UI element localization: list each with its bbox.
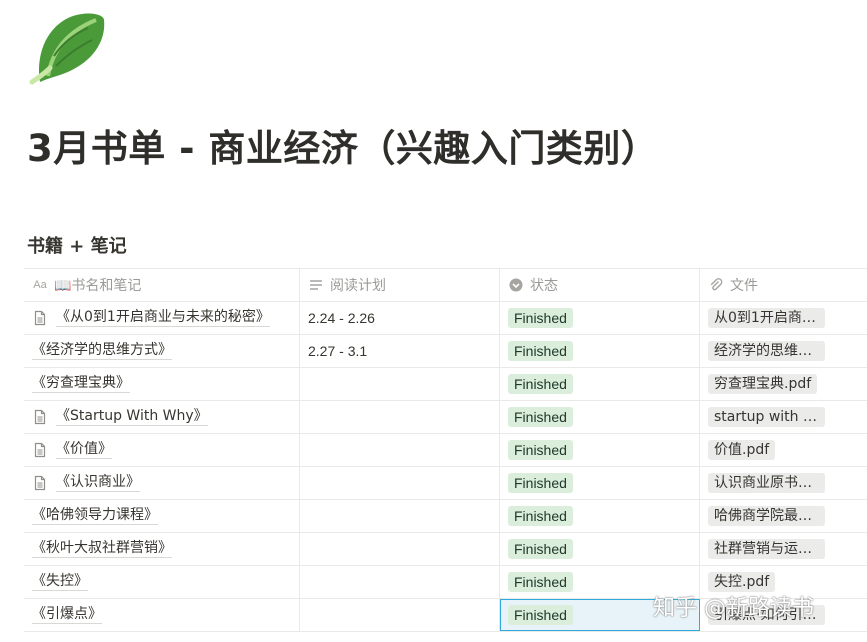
status-badge: Finished [508, 539, 573, 559]
cell-plan[interactable] [300, 566, 500, 598]
book-title-link[interactable]: 《从0到1开启商业与未来的秘密》 [56, 309, 270, 327]
cell-status[interactable]: Finished [500, 500, 700, 532]
file-attachment[interactable]: 经济学的思维方式.pdf [708, 341, 825, 361]
table-row[interactable]: 《经济学的思维方式》 2.27 - 3.1 Finished 经济学的思维方式.pdf [24, 335, 867, 368]
cell-name[interactable]: 《穷查理宝典》 [24, 368, 300, 400]
cell-name[interactable]: 《秋叶大叔社群营销》 [24, 533, 300, 565]
file-attachment[interactable]: 从0到1开启商业与未来的秘密.pdf [708, 308, 825, 328]
cell-status[interactable]: Finished [500, 401, 700, 433]
table-header: Aa 📖书名和笔记 阅读计划 状态 文件 [24, 268, 867, 302]
status-badge: Finished [508, 605, 573, 625]
book-title-link[interactable]: 《认识商业》 [56, 474, 140, 492]
cell-plan[interactable] [300, 401, 500, 433]
status-badge: Finished [508, 440, 573, 460]
cell-file[interactable]: 经济学的思维方式.pdf [700, 335, 867, 367]
column-header-status[interactable]: 状态 [500, 269, 700, 301]
database-title[interactable]: 书籍 + 笔记 [27, 232, 127, 258]
cell-plan[interactable] [300, 467, 500, 499]
table-row[interactable]: 《穷查理宝典》 Finished 穷查理宝典.pdf [24, 368, 867, 401]
cell-status[interactable]: Finished [500, 335, 700, 367]
status-badge: Finished [508, 473, 573, 493]
book-title-link[interactable]: 《哈佛领导力课程》 [32, 507, 158, 525]
cell-name[interactable]: 《引爆点》 [24, 599, 300, 631]
column-header-name[interactable]: Aa 📖书名和笔记 [24, 269, 300, 301]
select-property-icon [509, 278, 523, 292]
cell-status[interactable]: Finished [500, 533, 700, 565]
table-row[interactable]: 《Startup With Why》 Finished startup with w… [24, 401, 867, 434]
page-icon [34, 442, 46, 458]
cell-status[interactable]: Finished [500, 302, 700, 334]
file-attachment[interactable]: 失控.pdf [708, 572, 776, 592]
file-attachment[interactable]: 哈佛商学院最受欢迎的领导课.pdf [708, 506, 825, 526]
page-icon [34, 409, 46, 425]
table-row[interactable]: 《认识商业》 Finished 认识商业原书第10版.pdf [24, 467, 867, 500]
lines-property-icon [310, 280, 322, 290]
status-badge: Finished [508, 572, 573, 592]
status-badge: Finished [508, 308, 573, 328]
cell-plan[interactable]: 2.24 - 2.26 [300, 302, 500, 334]
cell-plan[interactable] [300, 599, 500, 631]
cell-name[interactable]: 《哈佛领导力课程》 [24, 500, 300, 532]
cell-name[interactable]: 《经济学的思维方式》 [24, 335, 300, 367]
book-title-link[interactable]: 《失控》 [32, 573, 88, 591]
cell-status[interactable]: Finished [500, 434, 700, 466]
cell-status[interactable]: Finished [500, 467, 700, 499]
cell-file[interactable]: 从0到1开启商业与未来的秘密.pdf [700, 302, 867, 334]
cell-status[interactable]: Finished [500, 368, 700, 400]
column-header-file[interactable]: 文件 [700, 269, 867, 301]
book-title-link[interactable]: 《Startup With Why》 [56, 408, 208, 426]
table-row[interactable]: 《秋叶大叔社群营销》 Finished 社群营销与运营.pdf [24, 533, 867, 566]
table-row[interactable]: 《从0到1开启商业与未来的秘密》 2.24 - 2.26 Finished 从0到1开… [24, 302, 867, 335]
cell-name[interactable]: 《从0到1开启商业与未来的秘密》 [24, 302, 300, 334]
cell-file[interactable]: 哈佛商学院最受欢迎的领导课.pdf [700, 500, 867, 532]
file-attachment[interactable]: 价值.pdf [708, 440, 776, 460]
book-title-link[interactable]: 《价值》 [56, 441, 112, 459]
book-title-link[interactable]: 《穷查理宝典》 [32, 375, 130, 393]
cell-plan[interactable] [300, 368, 500, 400]
cell-plan[interactable] [300, 533, 500, 565]
cell-plan[interactable] [300, 500, 500, 532]
status-badge: Finished [508, 341, 573, 361]
paperclip-icon [710, 278, 723, 291]
leafy-green-icon [29, 13, 105, 85]
book-title-link[interactable]: 《秋叶大叔社群营销》 [32, 540, 172, 558]
column-header-plan[interactable]: 阅读计划 [300, 269, 500, 301]
status-badge: Finished [508, 374, 573, 394]
status-badge: Finished [508, 407, 573, 427]
cell-file[interactable]: 价值.pdf [700, 434, 867, 466]
table-body: 《从0到1开启商业与未来的秘密》 2.24 - 2.26 Finished 从0到1开… [24, 302, 867, 632]
reading-plan: 2.27 - 3.1 [308, 343, 368, 359]
file-attachment[interactable]: 认识商业原书第10版.pdf [708, 473, 825, 493]
book-title-link[interactable]: 《经济学的思维方式》 [32, 342, 172, 360]
cell-file[interactable]: 认识商业原书第10版.pdf [700, 467, 867, 499]
cell-name[interactable]: 《失控》 [24, 566, 300, 598]
page-icon [34, 475, 46, 491]
cell-name[interactable]: 《价值》 [24, 434, 300, 466]
database-table: Aa 📖书名和笔记 阅读计划 状态 文件 《从0到1开启商业与未来的秘密》 2.2… [24, 268, 867, 632]
watermark: 知乎 @新路读书 [653, 596, 814, 621]
file-attachment[interactable]: startup with why.pdf [708, 407, 825, 427]
table-row[interactable]: 《价值》 Finished 价值.pdf [24, 434, 867, 467]
text-property-icon: Aa [33, 279, 47, 291]
page-title: 3月书单 - 商业经济（兴趣入门类别） [27, 127, 659, 170]
cell-plan[interactable] [300, 434, 500, 466]
page-icon [34, 310, 46, 326]
table-row[interactable]: 《哈佛领导力课程》 Finished 哈佛商学院最受欢迎的领导课.pdf [24, 500, 867, 533]
status-badge: Finished [508, 506, 573, 526]
cell-name[interactable]: 《Startup With Why》 [24, 401, 300, 433]
cell-file[interactable]: 穷查理宝典.pdf [700, 368, 867, 400]
file-attachment[interactable]: 穷查理宝典.pdf [708, 374, 818, 394]
cell-plan[interactable]: 2.27 - 3.1 [300, 335, 500, 367]
reading-plan: 2.24 - 2.26 [308, 310, 375, 326]
cell-file[interactable]: startup with why.pdf [700, 401, 867, 433]
cell-file[interactable]: 社群营销与运营.pdf [700, 533, 867, 565]
book-title-link[interactable]: 《引爆点》 [32, 606, 102, 624]
cell-name[interactable]: 《认识商业》 [24, 467, 300, 499]
file-attachment[interactable]: 社群营销与运营.pdf [708, 539, 825, 559]
